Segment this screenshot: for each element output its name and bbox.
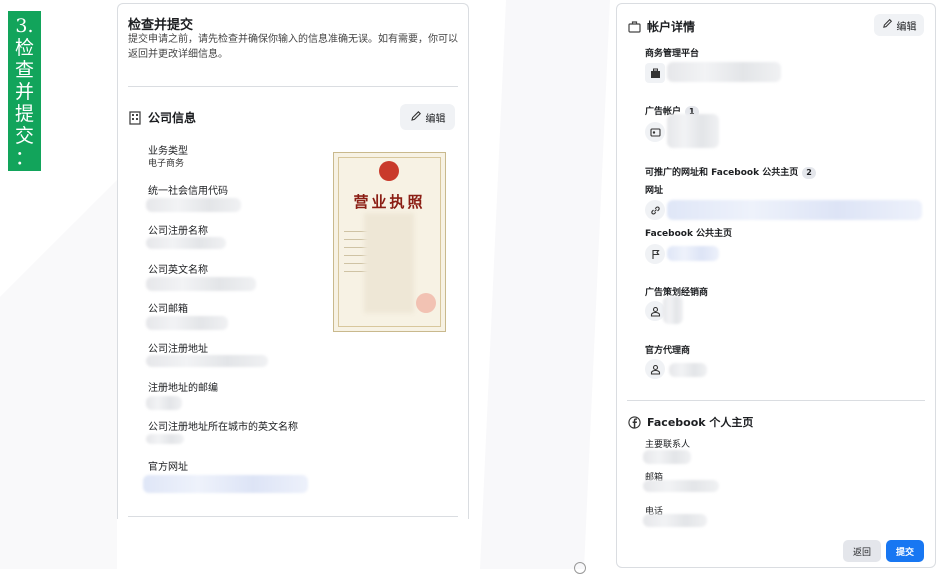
review-description-line: 返回并更改详细信息。 xyxy=(128,49,228,60)
business-manager-icon xyxy=(645,63,665,83)
redacted-value xyxy=(643,450,691,464)
url-label: 网址 xyxy=(645,186,664,196)
national-emblem-icon xyxy=(379,161,399,181)
back-button[interactable]: 返回 xyxy=(843,540,881,562)
page-title: 检查并提交 xyxy=(128,18,194,33)
step-label: 3. 检 查 并 提 交 ： xyxy=(8,11,41,171)
redacted-value xyxy=(667,114,719,148)
submit-button[interactable]: 提交 xyxy=(886,540,924,562)
link-icon xyxy=(645,200,665,220)
step-char: 提 xyxy=(14,103,34,125)
primary-contact-label: 主要联系人 xyxy=(645,440,691,450)
pencil-icon xyxy=(410,110,422,125)
promotable-count-badge: 2 xyxy=(802,167,816,179)
english-name-label: 公司英文名称 xyxy=(148,265,208,276)
edit-label: 编辑 xyxy=(425,113,446,125)
facebook-page-label: Facebook 公共主页 xyxy=(645,229,733,239)
background-shape xyxy=(0,180,117,569)
edit-company-button[interactable]: 编辑 xyxy=(400,104,455,130)
redacted-value xyxy=(669,363,707,377)
person-icon xyxy=(645,301,665,321)
redacted-value xyxy=(643,514,707,527)
redacted-value xyxy=(146,355,268,367)
credit-code-label: 统一社会信用代码 xyxy=(148,186,228,197)
redacted-value xyxy=(643,480,719,492)
promotable-assets-label: 可推广的网址和 Facebook 公共主页 2 xyxy=(645,165,816,179)
account-details-header: 帐户详情 xyxy=(627,18,695,35)
background-shape xyxy=(480,0,610,569)
edit-label: 编辑 xyxy=(896,21,917,33)
step-char: 交 xyxy=(14,125,34,147)
step-char: 并 xyxy=(14,81,34,103)
city-english-name-label: 公司注册地址所在城市的英文名称 xyxy=(148,422,298,433)
ad-account-icon xyxy=(645,122,665,142)
account-details-title: 帐户详情 xyxy=(647,20,696,34)
agency-label: 官方代理商 xyxy=(645,346,691,356)
flag-icon xyxy=(645,244,665,264)
account-details-panel: 帐户详情 编辑 商务管理平台 广告帐户 1 可推广的网址和 Facebook 公共… xyxy=(616,3,936,568)
website-label: 官方网址 xyxy=(148,462,188,473)
facebook-profile-title: Facebook 个人主页 xyxy=(647,416,754,429)
divider xyxy=(128,86,458,87)
business-type-value: 电子商务 xyxy=(148,159,185,169)
redacted-value xyxy=(667,62,781,82)
company-info-title: 公司信息 xyxy=(148,111,197,125)
redacted-value xyxy=(143,475,308,493)
review-description-line: 提交申请之前，请先检查并确保你输入的信息准确无误。如有需要，你可以 xyxy=(128,34,458,45)
redacted-value xyxy=(667,200,922,220)
redacted-value xyxy=(663,296,683,324)
registered-address-label: 公司注册地址 xyxy=(148,344,208,355)
redacted-value xyxy=(146,316,228,330)
edit-account-button[interactable]: 编辑 xyxy=(874,14,924,36)
redacted-value xyxy=(146,396,182,410)
person-icon xyxy=(645,359,665,379)
company-email-label: 公司邮箱 xyxy=(148,304,188,315)
company-info-header: 公司信息 xyxy=(128,109,196,126)
redacted-value xyxy=(667,246,719,261)
license-redaction xyxy=(364,213,414,313)
promotable-assets-text: 可推广的网址和 Facebook 公共主页 xyxy=(645,168,799,178)
license-title: 营业执照 xyxy=(353,193,426,211)
pencil-icon xyxy=(882,18,893,32)
divider xyxy=(627,400,925,401)
facebook-profile-header: Facebook 个人主页 xyxy=(627,414,753,430)
redacted-value xyxy=(146,198,241,212)
business-type-label: 业务类型 xyxy=(148,146,188,157)
redacted-value xyxy=(146,277,256,291)
zip-code-label: 注册地址的邮编 xyxy=(148,383,218,394)
building-icon xyxy=(128,110,142,125)
facebook-icon xyxy=(627,415,641,429)
redacted-value xyxy=(146,237,226,249)
business-manager-label: 商务管理平台 xyxy=(645,49,700,59)
business-license-image: 营业执照 xyxy=(333,152,446,332)
step-number: 3. xyxy=(15,15,34,37)
official-seal-icon xyxy=(416,293,436,313)
divider xyxy=(128,516,458,517)
cursor-icon xyxy=(574,562,586,574)
registered-name-label: 公司注册名称 xyxy=(148,226,208,237)
review-description: 提交申请之前，请先检查并确保你输入的信息准确无误。如有需要，你可以 返回并更改详… xyxy=(128,32,463,62)
step-char: 查 xyxy=(14,59,34,81)
redacted-value xyxy=(146,434,184,444)
briefcase-icon xyxy=(627,20,641,34)
step-char: ： xyxy=(14,147,34,169)
step-char: 检 xyxy=(14,37,34,59)
